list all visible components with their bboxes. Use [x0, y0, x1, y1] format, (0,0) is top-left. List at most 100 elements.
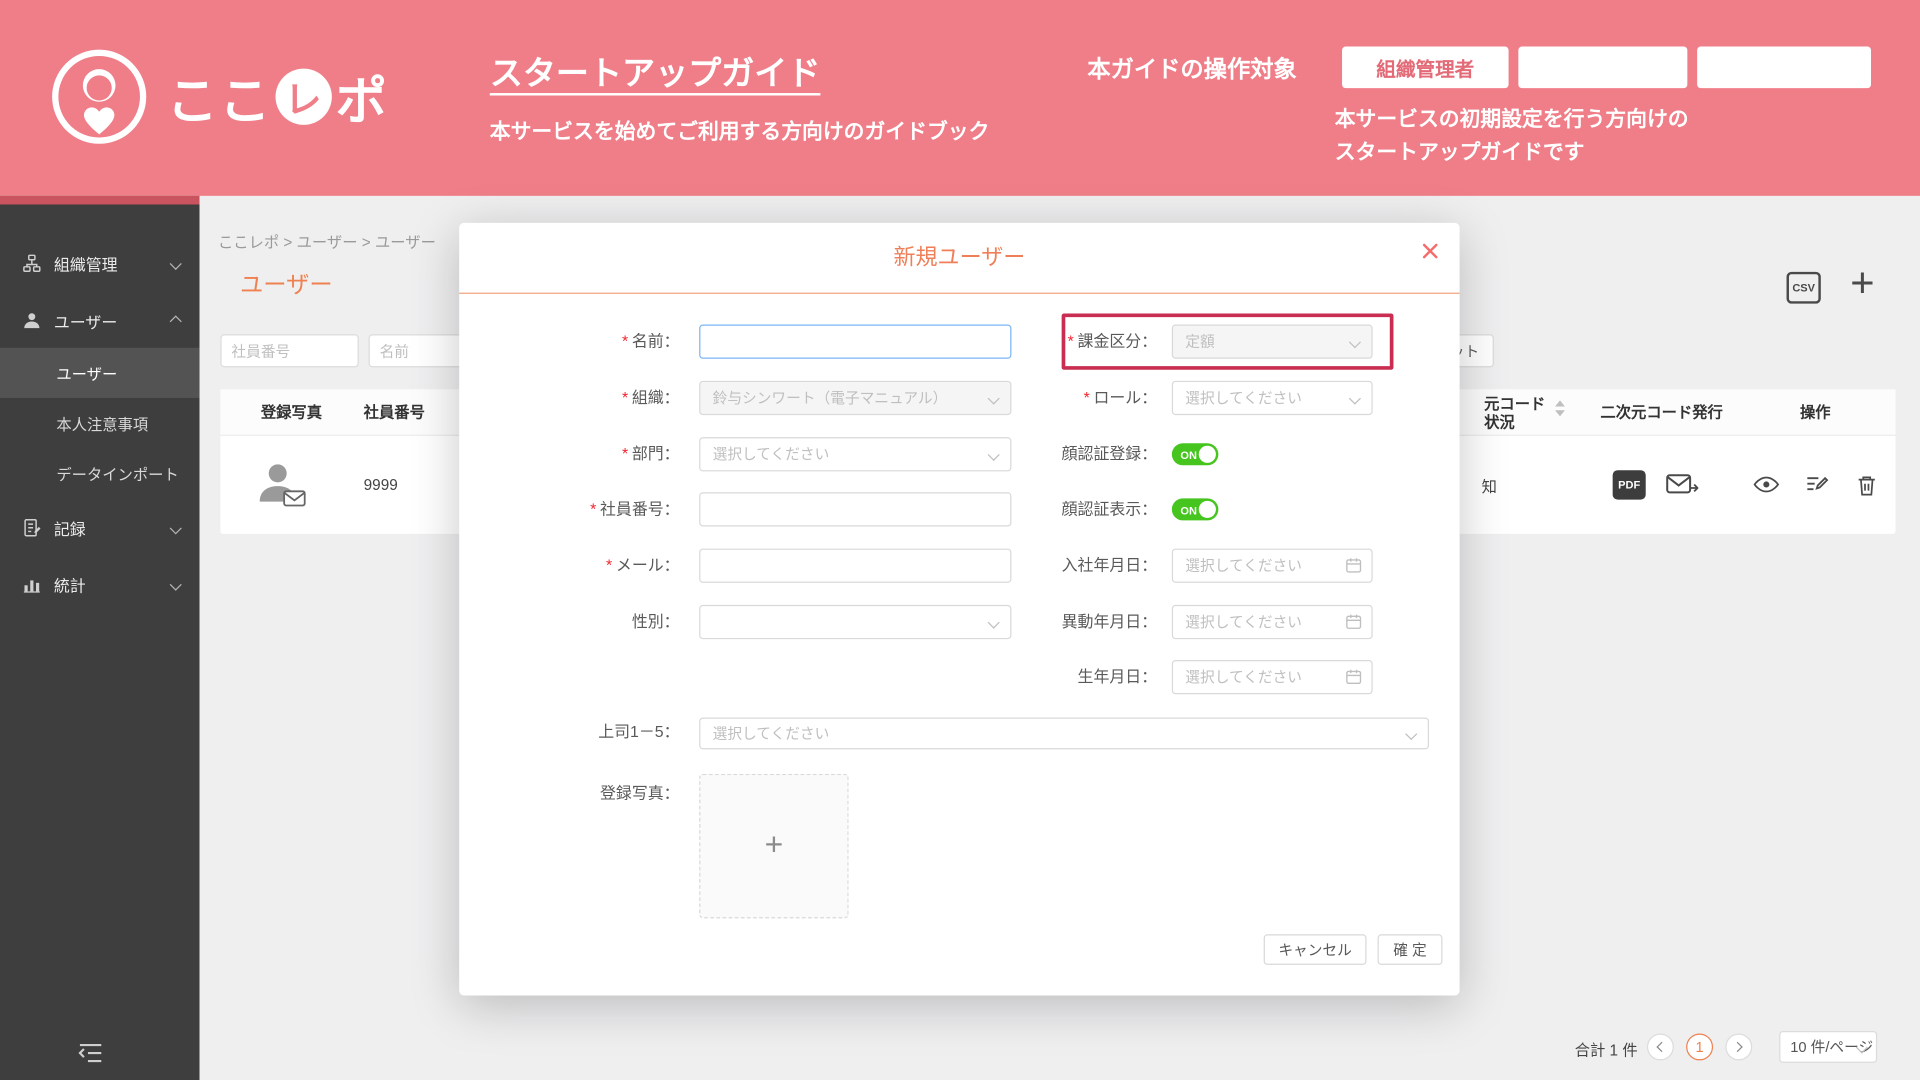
- dept-select-placeholder: 選択してください: [712, 445, 830, 463]
- sidebar-item-records[interactable]: 記録: [0, 500, 200, 556]
- viewport: ここ レ ポ スタートアップガイド 本サービスを始めてご利用する方向けのガイドブ…: [0, 0, 1920, 1080]
- logo-circle-char: レ: [275, 68, 332, 125]
- guide-heading: スタートアップガイド 本サービスを始めてご利用する方向けのガイドブック: [490, 47, 990, 145]
- birth-date-label: 生年月日：: [1077, 667, 1158, 686]
- emp-no-label: * 社員番号：: [590, 499, 680, 518]
- page-title: ユーザー: [240, 273, 333, 299]
- birth-date-placeholder: 選択してください: [1185, 668, 1302, 686]
- transfer-date-label: 異動年月日：: [1061, 612, 1158, 631]
- mascot-icon: [52, 49, 147, 144]
- sort-asc-icon: [1555, 400, 1565, 407]
- org-label: * 組織：: [621, 388, 680, 407]
- sidebar-item-label: 組織管理: [53, 255, 118, 274]
- logo-text: ここ レ ポ: [167, 59, 389, 134]
- page-size-select[interactable]: 10 件/ページ: [1779, 1031, 1878, 1063]
- chevron-right-icon: [1732, 1041, 1743, 1053]
- gender-label: 性別：: [631, 612, 680, 631]
- csv-export-icon[interactable]: CSV: [1786, 271, 1821, 304]
- sidebar-subitem-label: ユーザー: [56, 366, 118, 384]
- mail-send-icon[interactable]: [1665, 436, 1699, 534]
- cancel-button[interactable]: キャンセル: [1263, 934, 1367, 965]
- org-select-value: 鈴与シンワート（電子マニュアル）: [712, 389, 948, 407]
- sort-icons[interactable]: [1555, 400, 1565, 417]
- sidebar-item-label: ユーザー: [53, 312, 118, 332]
- sidebar-collapse-icon[interactable]: [76, 1038, 105, 1067]
- pagination-total: 合計 1 件: [1574, 1042, 1638, 1060]
- col-header-qr-issue: 二次元コード発行: [1600, 404, 1723, 422]
- guide-description: 本サービスの初期設定を行う方向けの スタートアップガイドです: [1335, 103, 1689, 169]
- org-icon: [23, 254, 41, 272]
- sidebar-item-users[interactable]: ユーザー: [0, 293, 200, 349]
- chevron-down-icon: [169, 578, 182, 591]
- add-user-button[interactable]: +: [1850, 262, 1874, 304]
- sidebar-subitem-data-import[interactable]: データインポート: [0, 448, 200, 498]
- edit-icon[interactable]: [1805, 436, 1829, 534]
- pagination-next-button[interactable]: [1725, 1033, 1753, 1061]
- guide-target-label: 本ガイドの操作対象: [1087, 57, 1297, 84]
- col-header-photo: 登録写真: [260, 404, 323, 422]
- toggle-on-label: ON: [1180, 503, 1197, 517]
- chevron-down-icon: [1348, 336, 1361, 349]
- logo-text-1: ここ: [166, 71, 272, 130]
- row-qr-status-cell: 知: [1481, 478, 1497, 496]
- face-show-toggle[interactable]: ON: [1171, 498, 1219, 521]
- search-emp-no-input[interactable]: [220, 334, 359, 368]
- join-date-picker[interactable]: 選択してください: [1171, 548, 1373, 583]
- sidebar-subitem-personal-notes[interactable]: 本人注意事項: [0, 398, 200, 448]
- sidebar: 組織管理 ユーザー ユーザー 本人注意事項 データインポート 記録 統計: [0, 195, 200, 1080]
- col-header-emp-no: 社員番号: [363, 404, 425, 422]
- logo-text-2: ポ: [335, 71, 389, 130]
- birth-date-picker[interactable]: 選択してください: [1171, 660, 1373, 695]
- guide-subtitle: 本サービスを始めてご利用する方向けのガイドブック: [489, 120, 990, 144]
- pagination-prev-button[interactable]: [1646, 1033, 1674, 1061]
- sidebar-item-label: 統計: [53, 576, 86, 595]
- sidebar-subitem-label: データインポート: [56, 466, 179, 484]
- role-label: * ロール：: [1083, 388, 1158, 407]
- pdf-icon[interactable]: PDF: [1612, 436, 1646, 534]
- calendar-icon: [1346, 669, 1362, 685]
- transfer-date-picker[interactable]: 選択してください: [1171, 604, 1373, 640]
- user-icon: [24, 313, 40, 329]
- close-icon[interactable]: [1420, 241, 1440, 261]
- sidebar-item-label: 記録: [53, 519, 86, 539]
- pagination-current-page[interactable]: 1: [1686, 1033, 1714, 1061]
- toggle-knob: [1198, 445, 1216, 463]
- confirm-button[interactable]: 確 定: [1377, 934, 1443, 965]
- calendar-icon: [1346, 614, 1362, 629]
- chevron-left-icon: [1656, 1041, 1667, 1053]
- photo-upload-box[interactable]: [699, 773, 849, 919]
- sidebar-item-org-management[interactable]: 組織管理: [0, 235, 200, 291]
- role-select-placeholder: 選択してください: [1185, 389, 1302, 407]
- modal-title: 新規ユーザー: [459, 223, 1460, 294]
- chevron-down-icon: [1405, 728, 1418, 741]
- record-icon: [24, 519, 41, 537]
- billing-select: 定額: [1171, 324, 1373, 359]
- join-date-label: 入社年月日：: [1061, 555, 1158, 575]
- billing-select-value: 定額: [1185, 333, 1215, 351]
- chevron-down-icon: [1348, 392, 1361, 405]
- face-reg-toggle[interactable]: ON: [1171, 443, 1219, 466]
- view-icon[interactable]: [1752, 436, 1780, 534]
- delete-icon[interactable]: [1856, 436, 1877, 534]
- guide-description-line2: スタートアップガイドです: [1334, 140, 1585, 165]
- stats-icon: [23, 580, 40, 593]
- boss-label: 上司1－5：: [598, 722, 680, 741]
- sort-desc-icon: [1555, 410, 1565, 417]
- role-button-org-admin[interactable]: 組織管理者: [1342, 46, 1509, 89]
- role-select[interactable]: 選択してください: [1171, 380, 1373, 416]
- sidebar-subitem-users[interactable]: ユーザー: [0, 347, 200, 398]
- avatar-placeholder-icon: [259, 464, 306, 507]
- role-button-3[interactable]: [1697, 46, 1872, 89]
- col-header-qr-status-line1: 元コード: [1484, 395, 1546, 413]
- breadcrumb[interactable]: ここレポ > ユーザー > ユーザー: [218, 229, 436, 252]
- transfer-date-placeholder: 選択してください: [1185, 613, 1302, 631]
- col-header-qr-status: 元コード 状況: [1484, 389, 1545, 436]
- dept-label: * 部門：: [621, 444, 680, 463]
- role-button-2[interactable]: [1518, 46, 1688, 89]
- row-photo-cell: [257, 436, 308, 534]
- boss-select[interactable]: 選択してください: [699, 717, 1429, 750]
- join-date-placeholder: 選択してください: [1185, 557, 1302, 575]
- sidebar-item-statistics[interactable]: 統計: [0, 556, 200, 612]
- chevron-up-icon: [169, 314, 182, 327]
- calendar-icon: [1346, 558, 1362, 573]
